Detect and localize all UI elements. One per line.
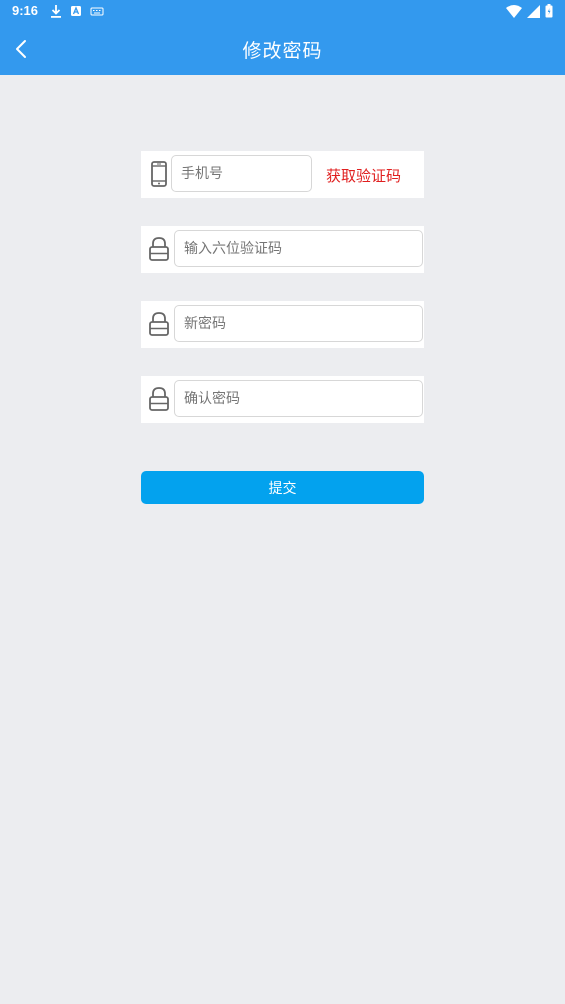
verification-code-input[interactable] bbox=[174, 230, 423, 267]
notification-icons bbox=[50, 4, 104, 18]
status-bar: 9:16 bbox=[0, 0, 565, 24]
signal-icon bbox=[527, 4, 540, 18]
confirm-password-input[interactable] bbox=[174, 380, 423, 417]
phone-icon-wrap bbox=[145, 160, 173, 188]
lock-icon-wrap bbox=[145, 235, 173, 263]
battery-icon bbox=[545, 4, 553, 18]
phone-input[interactable] bbox=[171, 155, 312, 192]
download-icon bbox=[51, 5, 61, 18]
smartphone-icon bbox=[151, 161, 167, 187]
app-a-icon bbox=[71, 6, 81, 16]
keyboard-icon bbox=[90, 7, 104, 16]
system-icons bbox=[506, 4, 553, 18]
new-password-input[interactable] bbox=[174, 305, 423, 342]
new-password-row bbox=[141, 301, 424, 348]
phone-row: 获取验证码 bbox=[141, 151, 424, 198]
lock-icon bbox=[149, 387, 169, 411]
lock-icon bbox=[149, 237, 169, 261]
status-time: 9:16 bbox=[12, 3, 39, 18]
confirm-password-row bbox=[141, 376, 424, 423]
code-row bbox=[141, 226, 424, 273]
page-title: 修改密码 bbox=[242, 40, 323, 62]
lock-icon bbox=[149, 312, 169, 336]
wifi-icon bbox=[506, 4, 522, 18]
lock-icon-wrap bbox=[145, 385, 173, 413]
get-code-button[interactable]: 获取验证码 bbox=[326, 165, 401, 186]
lock-icon-wrap bbox=[145, 310, 173, 338]
submit-button[interactable]: 提交 bbox=[141, 471, 424, 504]
app-bar: 修改密码 bbox=[0, 24, 565, 75]
